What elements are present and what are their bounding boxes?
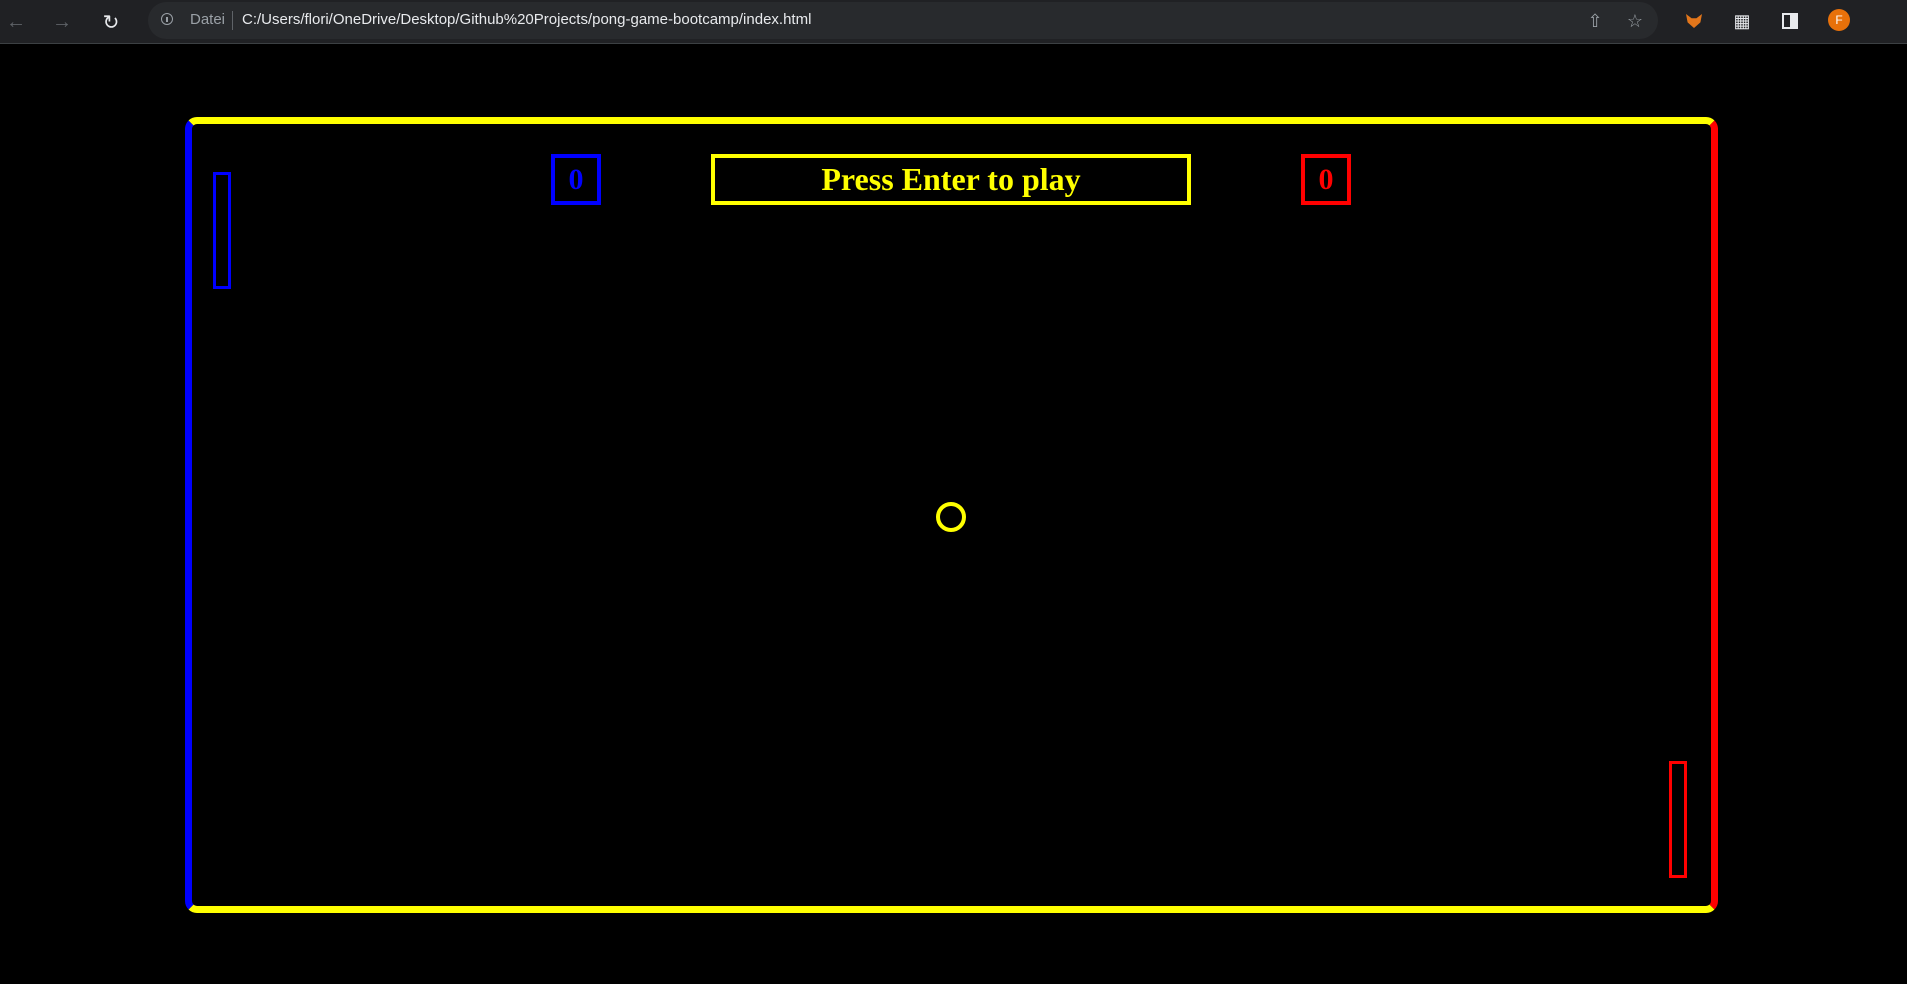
ball	[936, 502, 966, 532]
url-text[interactable]: C:/Users/flori/OneDrive/Desktop/Github%2…	[242, 11, 811, 28]
arrow-left-icon: ←	[6, 10, 26, 33]
extensions-button[interactable]: ▦	[1729, 8, 1755, 34]
left-paddle	[213, 172, 231, 289]
metamask-extension-button[interactable]	[1681, 8, 1707, 34]
info-icon[interactable]	[161, 13, 173, 25]
side-panel-button[interactable]	[1777, 8, 1803, 34]
side-panel-icon	[1782, 13, 1798, 29]
scheme-label: Datei	[190, 11, 226, 28]
star-icon: ☆	[1626, 10, 1644, 31]
arrow-right-icon: →	[52, 10, 72, 33]
address-bar[interactable]: Datei C:/Users/flori/OneDrive/Desktop/Gi…	[148, 2, 1658, 39]
forward-button[interactable]: →	[48, 8, 76, 36]
reload-button[interactable]: ↻	[97, 8, 125, 36]
back-button[interactable]: ←	[2, 8, 30, 36]
url-separator	[232, 11, 233, 30]
start-message: Press Enter to play	[711, 154, 1191, 205]
puzzle-icon: ▦	[1733, 10, 1751, 31]
left-score: 0	[551, 154, 601, 205]
right-score: 0	[1301, 154, 1351, 205]
browser-toolbar: ← → ↻ Datei C:/Users/flori/OneDrive/Desk…	[0, 0, 1907, 44]
metamask-fox-icon	[1686, 14, 1702, 28]
reload-icon: ↻	[102, 11, 120, 34]
share-icon: ⇧	[1587, 10, 1603, 31]
bookmark-button[interactable]: ☆	[1623, 9, 1647, 33]
share-button[interactable]: ⇧	[1583, 9, 1607, 33]
profile-avatar[interactable]: F	[1828, 9, 1850, 31]
right-paddle	[1669, 761, 1687, 878]
